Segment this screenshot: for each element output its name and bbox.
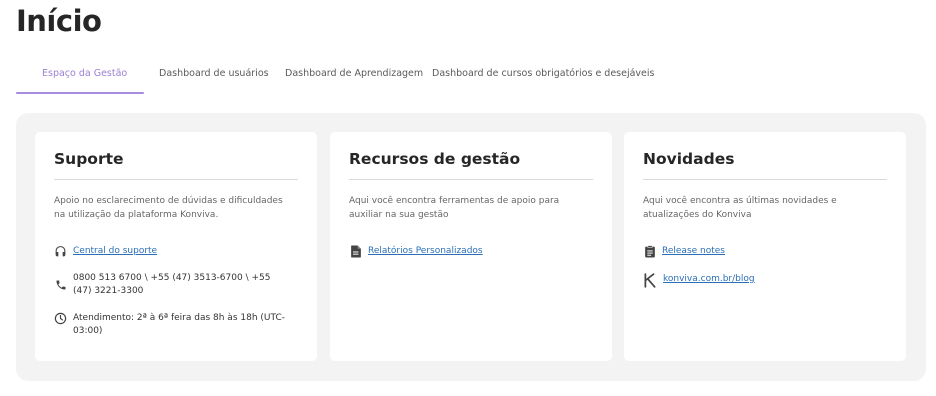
release-notes-item: Release notes bbox=[643, 245, 725, 258]
konviva-logo-icon bbox=[643, 273, 657, 288]
blog-item: konviva.com.br/blog bbox=[643, 273, 755, 288]
divider bbox=[643, 179, 887, 180]
phone-item: 0800 513 6700 \ +55 (47) 3513-6700 \ +55… bbox=[54, 272, 284, 298]
tab-dashboard-aprendizagem[interactable]: Dashboard de Aprendizagem bbox=[285, 56, 423, 94]
hours-item: Atendimento: 2ª à 6ª feira das 8h às 18h… bbox=[54, 312, 304, 338]
card-description: Aqui você encontra ferramentas de apoio … bbox=[349, 196, 560, 220]
custom-reports-item: Relatórios Personalizados bbox=[349, 245, 483, 258]
card-title: Recursos de gestão bbox=[349, 150, 521, 168]
clipboard-icon bbox=[643, 245, 656, 258]
tab-espaco-da-gestao[interactable]: Espaço da Gestão bbox=[42, 56, 127, 94]
card-description: Apoio no esclarecimento de dúvidas e dif… bbox=[54, 196, 283, 220]
card-suporte: Suporte Apoio no esclarecimento de dúvid… bbox=[35, 132, 317, 361]
support-center-link[interactable]: Central do suporte bbox=[73, 245, 157, 258]
card-novidades: Novidades Aqui você encontra as últimas … bbox=[624, 132, 906, 361]
support-center-item: Central do suporte bbox=[54, 245, 157, 258]
content-panel: Suporte Apoio no esclarecimento de dúvid… bbox=[16, 113, 926, 381]
phone-icon bbox=[54, 278, 67, 291]
tab-dashboard-cursos-obrigatorios[interactable]: Dashboard de cursos obrigatórios e desej… bbox=[432, 56, 655, 94]
card-recursos-de-gestao: Recursos de gestão Aqui você encontra fe… bbox=[330, 132, 612, 361]
custom-reports-link[interactable]: Relatórios Personalizados bbox=[368, 245, 483, 258]
divider bbox=[54, 179, 298, 180]
tab-dashboard-usuarios[interactable]: Dashboard de usuários bbox=[159, 56, 269, 94]
headset-icon bbox=[54, 245, 67, 258]
divider bbox=[349, 179, 593, 180]
card-description: Aqui você encontra as últimas novidades … bbox=[643, 196, 837, 220]
phone-numbers: 0800 513 6700 \ +55 (47) 3513-6700 \ +55… bbox=[73, 273, 271, 296]
release-notes-link[interactable]: Release notes bbox=[662, 245, 725, 258]
card-title: Suporte bbox=[54, 150, 124, 168]
document-icon bbox=[349, 245, 362, 258]
tab-bar: Espaço da Gestão Dashboard de usuários D… bbox=[16, 56, 656, 94]
active-tab-indicator bbox=[16, 92, 144, 94]
support-hours: Atendimento: 2ª à 6ª feira das 8h às 18h… bbox=[73, 313, 285, 336]
blog-link[interactable]: konviva.com.br/blog bbox=[663, 273, 755, 286]
clock-icon bbox=[54, 312, 67, 325]
page-title: Início bbox=[16, 4, 102, 38]
card-title: Novidades bbox=[643, 150, 735, 168]
